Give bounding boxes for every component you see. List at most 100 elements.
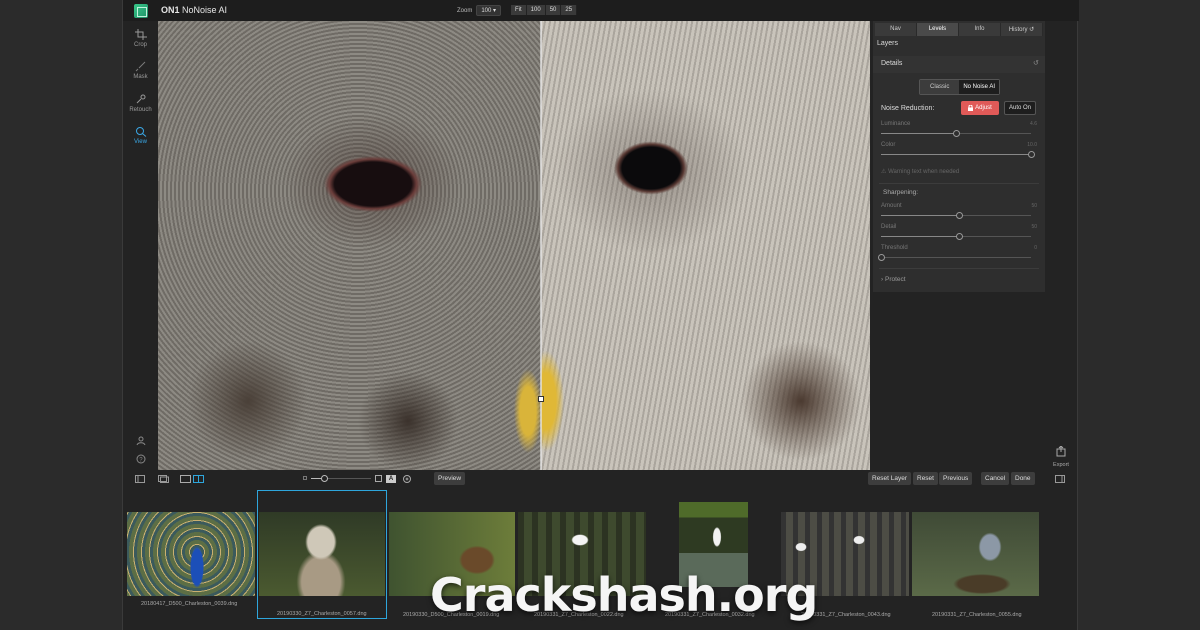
export-label: Export xyxy=(1053,462,1069,468)
export-button[interactable]: Export xyxy=(1051,444,1071,468)
threshold-value: 0 xyxy=(1034,245,1037,251)
compare-divider-handle[interactable] xyxy=(538,396,544,402)
amount-slider[interactable]: Amount 50 xyxy=(881,203,1037,219)
heron-thumbnail xyxy=(912,512,1039,596)
brush-size-thumb[interactable] xyxy=(321,475,328,482)
lock-icon xyxy=(968,105,974,111)
after-image-denoised xyxy=(541,21,870,470)
toggle-left-panel-icon[interactable] xyxy=(135,475,145,483)
amount-thumb[interactable] xyxy=(956,212,963,219)
tool-crop[interactable]: Crop xyxy=(123,29,158,48)
zoom-50-button[interactable]: 50 xyxy=(545,5,562,15)
luminance-slider[interactable]: Luminance 4.6 xyxy=(881,121,1037,137)
divider xyxy=(879,268,1039,269)
warning-text: ⚠ Warning text when needed xyxy=(881,168,959,175)
tab-levels[interactable]: Levels xyxy=(917,23,959,36)
app-window: ON1 NoNoise AI Zoom 100 ▾ Fit 100 50 25 … xyxy=(122,0,1079,630)
tool-retouch[interactable]: Retouch xyxy=(123,94,158,113)
app-brand: ON1 xyxy=(161,5,180,15)
watermark-text: Crackshash.org xyxy=(430,568,818,622)
zoom-25-button[interactable]: 25 xyxy=(561,5,578,15)
zoom-label: Zoom xyxy=(457,7,473,14)
overlay-icon[interactable] xyxy=(403,475,411,483)
tab-history[interactable]: History ↺ xyxy=(1001,23,1043,36)
threshold-thumb[interactable] xyxy=(878,254,885,261)
app-title: ON1 NoNoise AI xyxy=(161,5,227,15)
color-fill xyxy=(881,154,1031,155)
cancel-button[interactable]: Cancel xyxy=(981,472,1010,485)
image-canvas[interactable] xyxy=(158,21,870,470)
protect-section[interactable]: › Protect xyxy=(881,276,906,283)
threshold-track xyxy=(881,257,1031,258)
tool-bar: Crop Mask Retouch View ? xyxy=(123,21,158,471)
tool-mask[interactable]: Mask xyxy=(123,61,158,80)
split-view-icon[interactable] xyxy=(193,475,204,483)
luminance-value: 4.6 xyxy=(1030,121,1037,127)
done-button[interactable]: Done xyxy=(1011,472,1035,485)
threshold-label: Threshold xyxy=(881,245,908,251)
compare-divider[interactable] xyxy=(540,21,542,470)
retouch-icon xyxy=(136,94,145,104)
zoom-fit-button[interactable]: Fit xyxy=(511,5,527,15)
details-label: Details xyxy=(881,60,903,67)
detail-thumb[interactable] xyxy=(956,233,963,240)
help-icon[interactable]: ? xyxy=(136,454,146,464)
chevron-right-icon: › xyxy=(881,276,884,283)
previous-button[interactable]: Previous xyxy=(939,472,973,485)
luminance-fill xyxy=(881,133,956,134)
detail-label: Detail xyxy=(881,224,897,230)
amount-fill xyxy=(881,215,959,216)
sharpening-label: Sharpening: xyxy=(883,189,919,196)
color-label: Color xyxy=(881,142,896,148)
detail-slider[interactable]: Detail 50 xyxy=(881,224,1037,240)
tab-info[interactable]: Info xyxy=(959,23,1001,36)
zoom-100-button[interactable]: 100 xyxy=(526,5,546,15)
amount-value: 50 xyxy=(1031,203,1037,209)
warning-icon: ⚠ xyxy=(881,169,887,175)
export-icon xyxy=(1056,445,1066,457)
single-view-icon[interactable] xyxy=(180,475,191,483)
mode-nonoise-ai-button[interactable]: No Noise AI xyxy=(959,80,1000,94)
luminance-thumb[interactable] xyxy=(953,130,960,137)
peacock-thumbnail xyxy=(127,512,255,596)
mode-switch: Classic No Noise AI xyxy=(919,79,1001,95)
tool-view[interactable]: View xyxy=(123,126,158,145)
view-magnifier-icon xyxy=(135,127,146,137)
auto-on-button[interactable]: Auto On xyxy=(1004,101,1036,115)
reset-layer-button[interactable]: Reset Layer xyxy=(868,472,912,485)
tab-nav[interactable]: Nav xyxy=(875,23,917,36)
color-thumb[interactable] xyxy=(1028,151,1035,158)
mode-classic-button[interactable]: Classic xyxy=(920,80,960,94)
protect-label: Protect xyxy=(884,276,906,283)
zoom-select[interactable]: 100 ▾ xyxy=(476,5,502,16)
toggle-right-panel-icon[interactable] xyxy=(1055,475,1065,483)
user-icon[interactable] xyxy=(136,436,146,446)
tool-view-label: View xyxy=(134,139,147,145)
filmstrip-caption: 20190331_Z7_Charleston_0055.dng xyxy=(932,612,1022,618)
tab-history-label: History xyxy=(1008,27,1028,33)
divider xyxy=(879,183,1039,184)
color-slider[interactable]: Color 10.0 xyxy=(881,142,1037,158)
layers-label: Layers xyxy=(877,40,899,47)
brush-large-icon xyxy=(375,475,382,482)
detail-fill xyxy=(881,236,959,237)
reset-button[interactable]: Reset xyxy=(913,472,938,485)
threshold-slider[interactable]: Threshold 0 xyxy=(878,245,1037,261)
before-image-noisy xyxy=(158,21,541,470)
reset-section-icon[interactable]: ↺ xyxy=(1033,59,1039,67)
app-logo-icon xyxy=(134,4,148,18)
zoom-value: 100 xyxy=(481,8,492,14)
tool-mask-label: Mask xyxy=(133,74,148,80)
bottom-toolbar: A Preview Reset Layer Reset Previous Can… xyxy=(123,472,1079,488)
compare-view-icon[interactable] xyxy=(158,475,169,483)
zoom-presets: Fit 100 50 25 xyxy=(511,5,578,15)
adjust-label: Adjust xyxy=(975,105,992,111)
adjust-button[interactable]: Adjust xyxy=(961,101,999,115)
noise-reduction-label: Noise Reduction: xyxy=(881,105,935,112)
color-value: 10.0 xyxy=(1027,142,1037,148)
mask-brush-icon xyxy=(135,61,145,72)
auto-mask-toggle[interactable]: A xyxy=(386,475,396,483)
details-header[interactable]: Details ↺ xyxy=(873,56,1045,73)
preview-button[interactable]: Preview xyxy=(434,472,466,485)
amount-label: Amount xyxy=(881,203,902,209)
